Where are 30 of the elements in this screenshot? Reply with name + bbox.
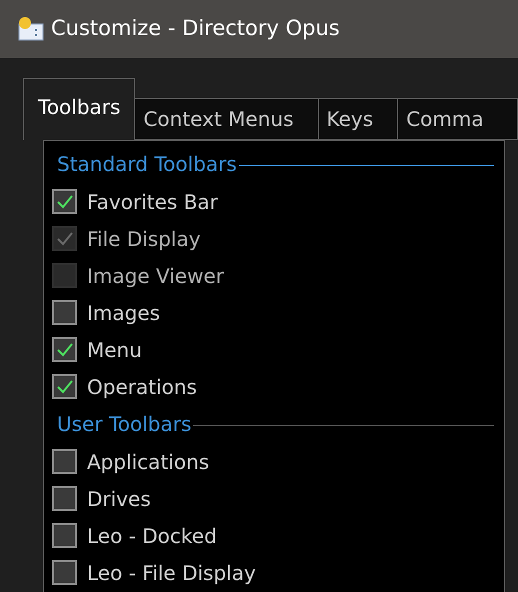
checkmark-icon bbox=[56, 380, 72, 394]
checkbox[interactable] bbox=[52, 449, 77, 474]
checkbox-label: Image Viewer bbox=[87, 262, 224, 290]
checkbox[interactable] bbox=[52, 337, 77, 362]
checkbox-label: Favorites Bar bbox=[87, 188, 218, 216]
checkbox-label: Leo - File Display bbox=[87, 560, 256, 586]
checkbox-label: Menu bbox=[87, 336, 142, 364]
window-icon bbox=[17, 15, 45, 43]
checkbox[interactable] bbox=[52, 523, 77, 548]
checkmark-icon bbox=[56, 232, 72, 246]
checkmark-icon bbox=[56, 342, 72, 356]
checkmark-icon bbox=[56, 194, 72, 208]
checkbox[interactable] bbox=[52, 374, 77, 399]
checkbox-label: Applications bbox=[87, 448, 210, 476]
checkbox-label: File Display bbox=[87, 226, 201, 252]
window-title: Customize - Directory Opus bbox=[51, 15, 340, 42]
group-heading: Standard Toolbars bbox=[57, 151, 237, 178]
checkbox[interactable] bbox=[52, 560, 77, 585]
checkbox[interactable] bbox=[52, 189, 77, 214]
tab[interactable]: Keys bbox=[318, 98, 398, 140]
checkbox[interactable] bbox=[52, 300, 77, 325]
checkbox-label: Images bbox=[87, 300, 160, 326]
tab[interactable]: Context Menus bbox=[135, 98, 318, 140]
checkbox[interactable] bbox=[52, 486, 77, 511]
group-heading: User Toolbars bbox=[57, 411, 192, 438]
checkbox-label: Operations bbox=[87, 374, 197, 400]
tab[interactable]: Toolbars bbox=[23, 78, 136, 140]
tab[interactable]: Comma bbox=[398, 98, 518, 140]
checkbox-label: Leo - Docked bbox=[87, 522, 217, 550]
checkbox-label: Drives bbox=[87, 486, 151, 512]
